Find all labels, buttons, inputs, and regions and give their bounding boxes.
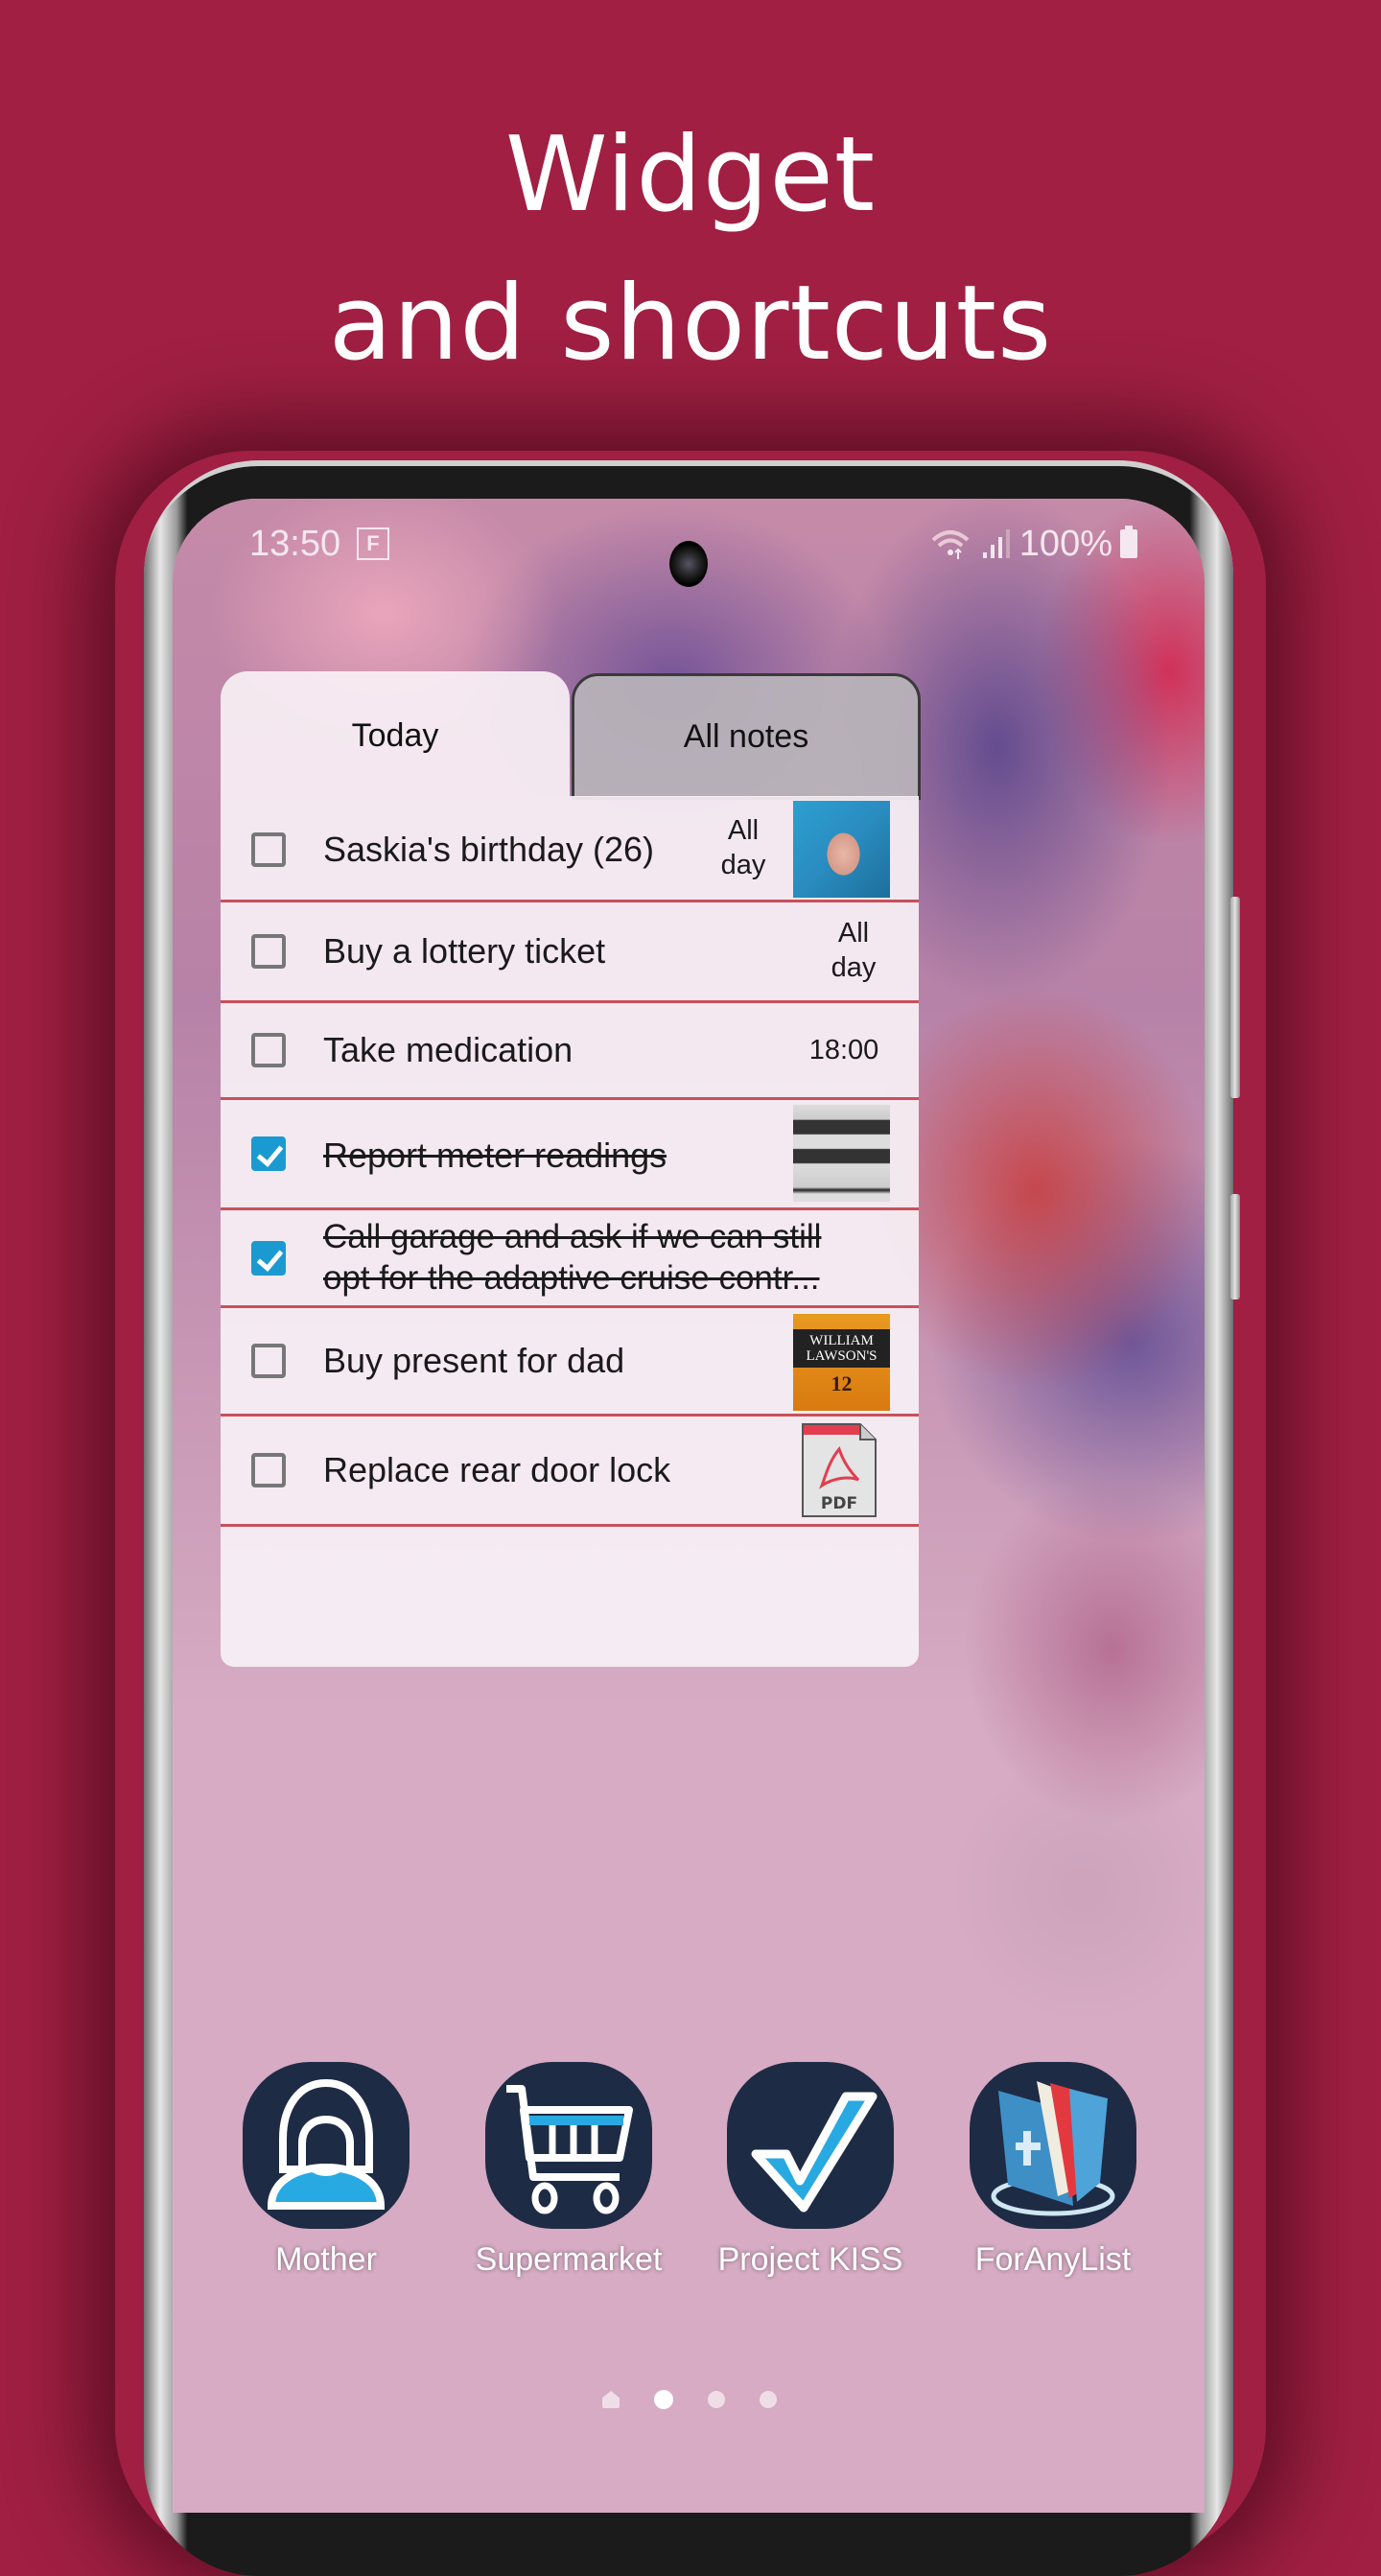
wifi-icon bbox=[931, 530, 970, 559]
shortcut-icon-bg bbox=[485, 2062, 652, 2229]
list-item[interactable]: Buy present for dad WILLIAM LAWSON'S 12 bbox=[221, 1308, 919, 1417]
shortcut-icon-bg bbox=[243, 2062, 410, 2229]
page-indicator bbox=[173, 2383, 1205, 2412]
item-time-line: day bbox=[720, 850, 766, 880]
person-icon bbox=[267, 2078, 386, 2210]
page-dot-home[interactable] bbox=[602, 2391, 620, 2408]
shortcut-label: Project KISS bbox=[717, 2241, 903, 2278]
item-text: Saskia's birthday (26) bbox=[323, 830, 655, 869]
shortcut-icon-bg bbox=[970, 2062, 1136, 2229]
item-text: Replace rear door lock bbox=[323, 1450, 671, 1489]
checkbox-checked[interactable] bbox=[251, 1136, 286, 1171]
phone-screen: 13:50 F 100% Today All notes Saskia's bi… bbox=[173, 499, 1205, 2513]
checkbox[interactable] bbox=[251, 1033, 286, 1067]
shortcut-label: Supermarket bbox=[475, 2241, 663, 2278]
checkbox[interactable] bbox=[251, 1453, 286, 1487]
item-text: Buy present for dad bbox=[323, 1341, 625, 1380]
battery-percent: 100% bbox=[1018, 524, 1112, 564]
shortcut-project-kiss[interactable]: Project KISS bbox=[705, 2062, 916, 2279]
item-time: All day bbox=[710, 813, 777, 882]
item-text: Take medication bbox=[323, 1030, 573, 1069]
status-time: 13:50 bbox=[249, 524, 341, 564]
list-item[interactable]: Call garage and ask if we can still opt … bbox=[221, 1210, 919, 1308]
pdf-file-icon[interactable]: PDF bbox=[801, 1422, 878, 1518]
shortcut-label: Mother bbox=[275, 2241, 377, 2278]
list-item[interactable]: Replace rear door lock PDF bbox=[221, 1417, 919, 1527]
headline-line-2: and shortcuts bbox=[328, 264, 1053, 384]
shopping-cart-icon bbox=[506, 2085, 633, 2214]
item-time-line: All bbox=[727, 815, 760, 846]
tab-today[interactable]: Today bbox=[221, 671, 570, 796]
shortcut-foranylist[interactable]: ForAnyList bbox=[948, 2062, 1159, 2279]
item-text: Report meter readings bbox=[323, 1136, 667, 1175]
tab-all-notes[interactable]: All notes bbox=[572, 673, 921, 800]
checkbox[interactable] bbox=[251, 934, 286, 969]
list-item[interactable]: Report meter readings bbox=[221, 1100, 919, 1210]
notification-badge: F bbox=[357, 527, 389, 560]
checkbox-checked[interactable] bbox=[251, 1241, 286, 1276]
item-text: Call garage and ask if we can still opt … bbox=[323, 1218, 822, 1297]
checkbox[interactable] bbox=[251, 1344, 286, 1378]
volume-button bbox=[1230, 897, 1240, 1098]
shortcut-mother[interactable]: Mother bbox=[221, 2062, 432, 2279]
meter-thumbnail[interactable] bbox=[793, 1105, 890, 1202]
list-item[interactable]: Take medication 18:00 bbox=[221, 1003, 919, 1100]
headline-line-1: Widget bbox=[504, 115, 877, 235]
shortcut-label: ForAnyList bbox=[974, 2241, 1132, 2278]
shortcut-icon-bg bbox=[727, 2062, 894, 2229]
whisky-label: WILLIAM LAWSON'S bbox=[793, 1328, 890, 1368]
page-dot-active[interactable] bbox=[654, 2390, 673, 2409]
item-text: Buy a lottery ticket bbox=[323, 931, 606, 971]
checkmark-icon bbox=[751, 2092, 878, 2213]
battery-icon bbox=[1120, 526, 1137, 558]
checkbox[interactable] bbox=[251, 832, 286, 867]
item-time: All day bbox=[820, 916, 887, 985]
list-item[interactable]: Buy a lottery ticket All day bbox=[221, 902, 919, 1003]
page-dot[interactable] bbox=[708, 2391, 725, 2408]
folder-icon bbox=[991, 2081, 1115, 2216]
item-time-line: All bbox=[837, 918, 870, 948]
notes-list: Saskia's birthday (26) All day Buy a lott… bbox=[221, 796, 919, 1667]
item-time-line: day bbox=[831, 952, 877, 983]
whisky-thumbnail[interactable]: WILLIAM LAWSON'S 12 bbox=[793, 1314, 890, 1411]
front-camera bbox=[669, 541, 708, 587]
shortcut-supermarket[interactable]: Supermarket bbox=[463, 2062, 674, 2279]
list-item[interactable]: Saskia's birthday (26) All day bbox=[221, 796, 919, 902]
photo-thumbnail[interactable] bbox=[793, 801, 890, 898]
power-button bbox=[1230, 1194, 1240, 1300]
pdf-label: PDF bbox=[821, 1494, 857, 1513]
item-time: 18:00 bbox=[808, 1035, 879, 1066]
promo-headline: Widget and shortcuts bbox=[0, 101, 1381, 398]
notes-widget: Today All notes Saskia's birthday (26) A… bbox=[221, 671, 921, 1667]
signal-icon bbox=[982, 529, 1010, 558]
status-bar: 13:50 F 100% bbox=[173, 520, 1205, 587]
whisky-age: 12 bbox=[831, 1370, 853, 1395]
page-dot[interactable] bbox=[760, 2391, 777, 2408]
